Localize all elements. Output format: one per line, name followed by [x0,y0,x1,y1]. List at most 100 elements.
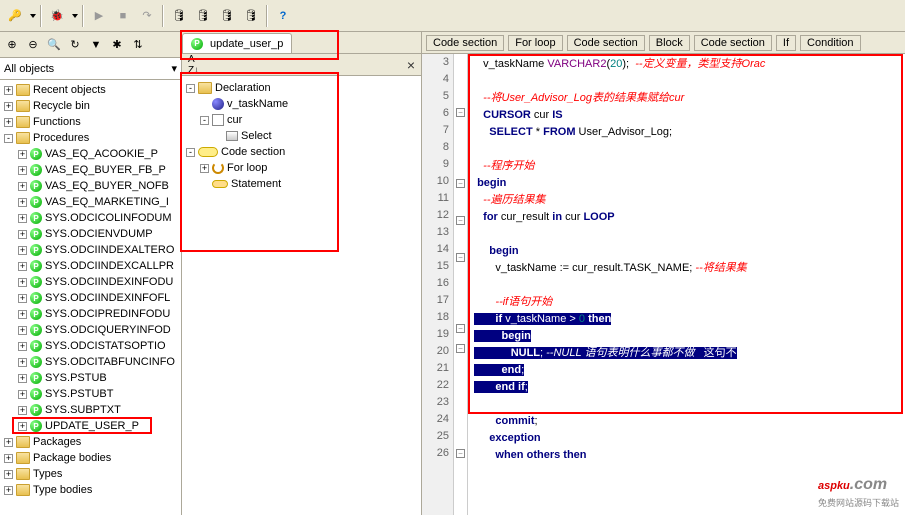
expand-toggle[interactable]: + [18,358,27,367]
tree-item[interactable]: +PVAS_EQ_BUYER_NOFB [2,178,179,194]
expand-toggle[interactable]: - [4,134,13,143]
filter-icon[interactable]: ▼ [86,35,106,55]
expand-toggle[interactable]: + [18,230,27,239]
expand-toggle[interactable]: + [18,246,27,255]
step-icon[interactable]: ↷ [136,5,158,27]
tree-item-label: Packages [33,436,81,448]
expand-toggle[interactable]: + [18,150,27,159]
tree-item[interactable]: +PSYS.ODCIINDEXINFODU [2,274,179,290]
tree-item[interactable]: +PSYS.PSTUBT [2,386,179,402]
tree-item[interactable]: +PVAS_EQ_BUYER_FB_P [2,162,179,178]
breadcrumb-item[interactable]: Code section [694,35,772,51]
fold-toggle[interactable]: − [456,216,465,225]
expand-toggle[interactable]: + [18,326,27,335]
breadcrumb-item[interactable]: Condition [800,35,860,51]
tree-item[interactable]: +Package bodies [2,450,179,466]
tree-item[interactable]: -Procedures [2,130,179,146]
new-icon[interactable]: ✱ [107,35,127,55]
code-editor[interactable]: 3456789101112131415161718192021222324252… [422,54,905,515]
db-icon[interactable]: 🛢 [168,5,190,27]
tree-item[interactable]: +PUPDATE_USER_P [2,418,179,434]
tree-item[interactable]: +PSYS.ODCISTATSOPTIO [2,338,179,354]
tree-item-label: SYS.ODCIPREDINFODU [45,308,170,320]
expand-toggle[interactable]: + [18,406,27,415]
tree-item[interactable]: +PSYS.ODCIENVDUMP [2,226,179,242]
sort-icon[interactable]: ⇅ [128,35,148,55]
breadcrumb-item[interactable]: Block [649,35,690,51]
tree-item[interactable]: +Types [2,466,179,482]
fold-gutter: − − − − − − − [454,54,468,515]
fold-toggle[interactable]: − [456,108,465,117]
procedure-icon: P [30,228,42,240]
search-icon[interactable]: 🔍 [44,35,64,55]
sql-icon[interactable]: 🛢 [192,5,214,27]
tree-item-label: SYS.ODCICOLINFODUM [45,212,172,224]
expand-toggle[interactable]: + [18,182,27,191]
breadcrumb-item[interactable]: For loop [508,35,562,51]
help-icon[interactable]: ? [272,5,294,27]
code-line[interactable]: commit; [474,413,905,430]
expand-toggle[interactable]: + [4,470,13,479]
tree-item[interactable]: +PSYS.ODCICOLINFODUM [2,210,179,226]
tree-item[interactable]: +PSYS.SUBPTXT [2,402,179,418]
expand-toggle[interactable]: + [4,486,13,495]
tree-item[interactable]: +Recent objects [2,82,179,98]
key-icon[interactable]: 🔑 [4,5,26,27]
expand-toggle[interactable]: + [18,310,27,319]
tree-item[interactable]: + Packages [2,434,179,450]
code-line[interactable]: when others then [474,447,905,464]
tree-item[interactable]: +Recycle bin [2,98,179,114]
fold-toggle[interactable]: − [456,253,465,262]
expand-icon[interactable]: ⊖ [23,35,43,55]
tree-item[interactable]: +Type bodies [2,482,179,498]
breadcrumb-item[interactable]: If [776,35,796,51]
code-line[interactable]: exception [474,430,905,447]
refresh-icon[interactable]: ↻ [65,35,85,55]
filter-bar[interactable]: All objects ▾ [0,58,181,80]
expand-toggle[interactable]: + [4,438,13,447]
tree-item[interactable]: +PSYS.ODCIINDEXCALLPR [2,258,179,274]
rollback-icon[interactable]: 🛢 [240,5,262,27]
expand-toggle[interactable]: + [18,342,27,351]
tree-item[interactable]: +PSYS.PSTUB [2,370,179,386]
run-icon[interactable]: ▶ [88,5,110,27]
expand-toggle[interactable]: + [18,166,27,175]
fold-toggle[interactable]: − [456,344,465,353]
expand-toggle[interactable]: + [18,214,27,223]
line-number: 15 [422,260,449,277]
expand-toggle[interactable]: + [4,118,13,127]
tree-item[interactable]: +PSYS.ODCIQUERYINFOD [2,322,179,338]
fold-toggle[interactable]: − [456,449,465,458]
bug-icon[interactable]: 🐞 [46,5,68,27]
chevron-down-icon[interactable]: ▾ [171,62,177,75]
fold-toggle[interactable]: − [456,179,465,188]
expand-toggle[interactable]: + [4,454,13,463]
stop-icon[interactable]: ■ [112,5,134,27]
dropdown-icon[interactable] [72,14,78,18]
tree-item[interactable]: +PSYS.ODCIINDEXALTERO [2,242,179,258]
fold-toggle[interactable]: − [456,324,465,333]
tree-item-label: SYS.ODCIENVDUMP [45,228,153,240]
tree-item[interactable]: +PSYS.ODCIPREDINFODU [2,306,179,322]
expand-toggle[interactable]: + [18,374,27,383]
expand-toggle[interactable]: + [4,86,13,95]
tree-item[interactable]: +PSYS.ODCITABFUNCINFO [2,354,179,370]
collapse-icon[interactable]: ⊕ [2,35,22,55]
tree-item-label: SYS.ODCIQUERYINFOD [45,324,171,336]
expand-toggle[interactable]: + [4,102,13,111]
expand-toggle[interactable]: + [18,262,27,271]
tree-item[interactable]: +PVAS_EQ_MARKETING_I [2,194,179,210]
tree-item[interactable]: +PVAS_EQ_ACOOKIE_P [2,146,179,162]
expand-toggle[interactable]: + [18,390,27,399]
expand-toggle[interactable]: + [18,278,27,287]
expand-toggle[interactable]: + [18,198,27,207]
breadcrumb-item[interactable]: Code section [567,35,645,51]
dropdown-icon[interactable] [30,14,36,18]
line-number: 22 [422,379,449,396]
expand-toggle[interactable]: + [18,294,27,303]
commit-icon[interactable]: 🛢 [216,5,238,27]
close-icon[interactable]: × [407,57,415,73]
tree-item[interactable]: +PSYS.ODCIINDEXINFOFL [2,290,179,306]
tree-item[interactable]: +Functions [2,114,179,130]
breadcrumb-item[interactable]: Code section [426,35,504,51]
